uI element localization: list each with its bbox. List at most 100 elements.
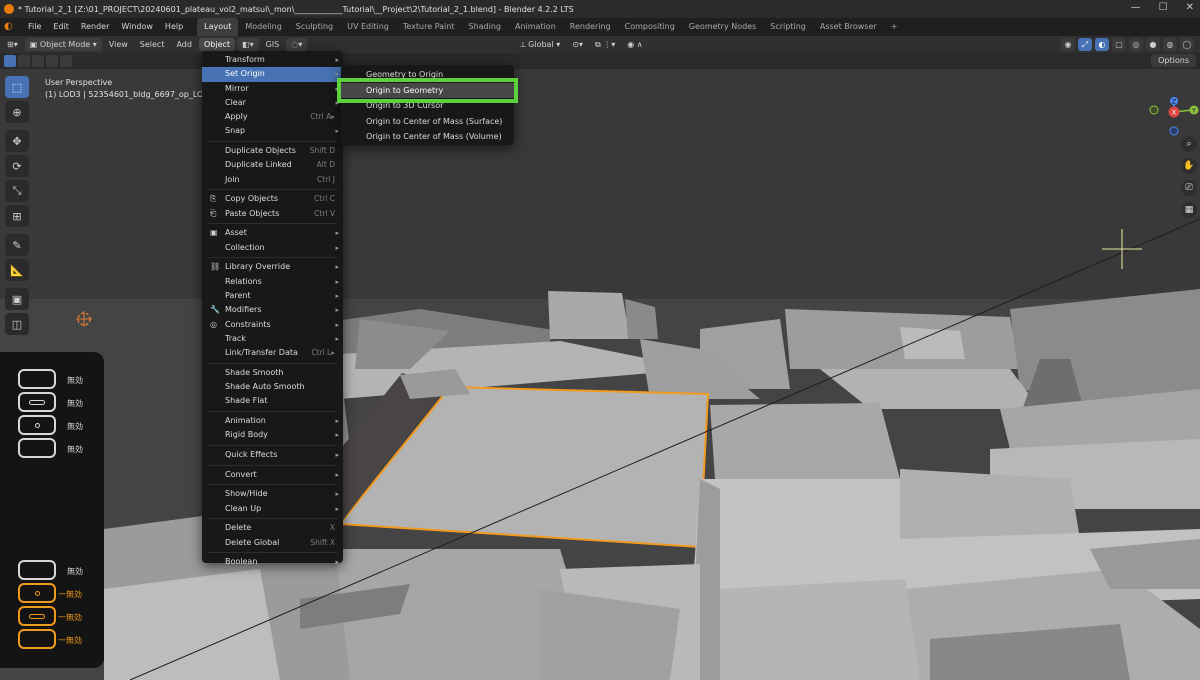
menu-item-collection[interactable]: Collection ▸ [202,241,343,255]
overlay-toggle-icon[interactable]: ◐ [1095,38,1109,51]
tab-geometry-nodes[interactable]: Geometry Nodes [682,18,763,36]
proportional-edit-icon[interactable]: ◉ ∧ [622,38,647,51]
tab-shading[interactable]: Shading [461,18,508,36]
menu-item-duplicate-linked[interactable]: Duplicate Linked Alt D [202,158,343,172]
pivot-icon[interactable]: ⊙▾ [567,38,588,51]
menu-item-quick-effects[interactable]: Quick Effects ▸ [202,448,343,462]
select-box-tool-icon[interactable]: ⬚ [5,76,29,98]
camera-icon[interactable]: ⎚ [1181,180,1197,196]
select-mode-subtract-icon[interactable] [32,55,44,67]
scale-tool-icon[interactable]: ⤡ [5,180,29,202]
menu-item-parent[interactable]: Parent ▸ [202,289,343,303]
editor-type-icon[interactable]: ⊞▾ [2,38,23,51]
menu-item-mirror[interactable]: Mirror ▸ [202,82,343,96]
menu-window[interactable]: Window [115,18,159,36]
select-mode-extend-icon[interactable] [18,55,30,67]
blender-menu-icon[interactable]: ◐ [4,21,18,33]
tab-animation[interactable]: Animation [508,18,563,36]
close-button[interactable]: ✕ [1186,2,1194,13]
menu-item-label: Quick Effects [225,450,278,460]
menu-gis[interactable]: GIS [261,38,285,51]
tab-sculpting[interactable]: Sculpting [289,18,340,36]
object-type-icon[interactable]: ◧▾ [237,38,259,51]
menu-item-label: Duplicate Objects [225,146,296,156]
menu-item-duplicate-objects[interactable]: Duplicate Objects Shift D [202,144,343,158]
menu-item-snap[interactable]: Snap ▸ [202,124,343,138]
menu-item-delete-global[interactable]: Delete Global Shift X [202,536,343,550]
options-button[interactable]: Options [1151,54,1196,67]
tab-scripting[interactable]: Scripting [763,18,813,36]
snap-icon[interactable]: ⧉ ⋮▾ [590,38,620,51]
menu-edit[interactable]: Edit [47,18,75,36]
visibility-icon[interactable]: ◉ [1061,38,1075,51]
maximize-button[interactable]: ☐ [1159,2,1168,13]
menu-item-transform[interactable]: Transform ▸ [202,53,343,67]
menu-item-shade-flat[interactable]: Shade Flat [202,394,343,408]
menu-item-asset[interactable]: ▣ Asset ▸ [202,226,343,240]
tab-rendering[interactable]: Rendering [563,18,618,36]
menu-item-show-hide[interactable]: Show/Hide ▸ [202,487,343,501]
menu-item-constraints[interactable]: ◎ Constraints ▸ [202,318,343,332]
tab-modeling[interactable]: Modeling [238,18,288,36]
transform-tool-icon[interactable]: ⊞ [5,205,29,227]
add-workspace-button[interactable]: + [884,18,905,36]
menu-add[interactable]: Add [171,38,197,51]
tab-uv-editing[interactable]: UV Editing [340,18,396,36]
xray-toggle-icon[interactable]: ▢ [1112,38,1126,51]
transform-orientation-select[interactable]: ⟂ Global ▾ [515,38,565,51]
menu-item-shade-smooth[interactable]: Shade Smooth [202,366,343,380]
menu-item-rigid-body[interactable]: Rigid Body ▸ [202,428,343,442]
menu-item-clear[interactable]: Clear ▸ [202,96,343,110]
move-tool-icon[interactable]: ✥ [5,130,29,152]
menu-item-relations[interactable]: Relations ▸ [202,275,343,289]
zoom-icon[interactable]: ⌕ [1181,136,1197,152]
select-mode-new-icon[interactable] [4,55,16,67]
select-mode-invert-icon[interactable] [46,55,58,67]
menu-item-shade-auto-smooth[interactable]: Shade Auto Smooth [202,380,343,394]
submenu-item-origin-to-center-of-mass-surface[interactable]: Origin to Center of Mass (Surface) [341,114,514,130]
tab-layout[interactable]: Layout [197,18,239,36]
menu-item-set-origin[interactable]: Set Origin ▸ [202,67,343,82]
menu-item-convert[interactable]: Convert ▸ [202,468,343,482]
menu-item-track[interactable]: Track ▸ [202,332,343,346]
menu-item-delete[interactable]: Delete X [202,521,343,535]
menu-item-clean-up[interactable]: Clean Up ▸ [202,502,343,516]
add-object-tool-icon[interactable]: ◫ [5,313,29,335]
perspective-grid-icon[interactable]: ▦ [1181,202,1197,218]
menu-render[interactable]: Render [75,18,115,36]
tab-asset-browser[interactable]: Asset Browser [813,18,884,36]
mode-select[interactable]: ▣ Object Mode ▾ [24,38,102,51]
menu-view[interactable]: View [104,38,133,51]
annotate-tool-icon[interactable]: ✎ [5,234,29,256]
add-cube-tool-icon[interactable]: ▣ [5,288,29,310]
menu-file[interactable]: File [22,18,47,36]
menu-object[interactable]: Object [198,38,236,51]
gizmo-toggle-icon[interactable]: ⤢ [1078,38,1092,51]
menu-item-apply[interactable]: Apply Ctrl A▸ [202,110,343,124]
menu-item-paste-objects[interactable]: ⎗ Paste Objects Ctrl V [202,207,343,221]
material-shading-icon[interactable]: ◍ [1163,38,1177,51]
solid-shading-icon[interactable]: ● [1146,38,1160,51]
measure-tool-icon[interactable]: 📐 [5,259,29,281]
rotate-tool-icon[interactable]: ⟳ [5,155,29,177]
3d-viewport[interactable]: User Perspective (1) LOD3 | 52354601_bld… [0,69,1200,680]
pan-hand-icon[interactable]: ✋ [1181,158,1197,174]
menu-item-copy-objects[interactable]: ⎘ Copy Objects Ctrl C [202,192,343,206]
menu-item-library-override[interactable]: ⛓ Library Override ▸ [202,260,343,274]
menu-item-animation[interactable]: Animation ▸ [202,414,343,428]
menu-help[interactable]: Help [159,18,189,36]
cursor-tool-icon[interactable]: ⊕ [5,101,29,123]
menu-item-boolean[interactable]: Boolean ▸ [202,555,343,569]
menu-item-modifiers[interactable]: 🔧 Modifiers ▸ [202,303,343,317]
menu-item-join[interactable]: Join Ctrl J [202,173,343,187]
submenu-item-origin-to-center-of-mass-volume[interactable]: Origin to Center of Mass (Volume) [341,129,514,145]
tab-texture-paint[interactable]: Texture Paint [396,18,462,36]
menu-select[interactable]: Select [135,38,170,51]
wireframe-shading-icon[interactable]: ◎ [1129,38,1143,51]
minimize-button[interactable]: — [1131,2,1141,13]
tab-compositing[interactable]: Compositing [618,18,682,36]
rendered-shading-icon[interactable]: ◯ [1180,38,1194,51]
select-mode-intersect-icon[interactable] [60,55,72,67]
gis-toggle-icon[interactable]: ◌▾ [286,38,308,51]
menu-item-link-transfer-data[interactable]: Link/Transfer Data Ctrl L▸ [202,346,343,360]
